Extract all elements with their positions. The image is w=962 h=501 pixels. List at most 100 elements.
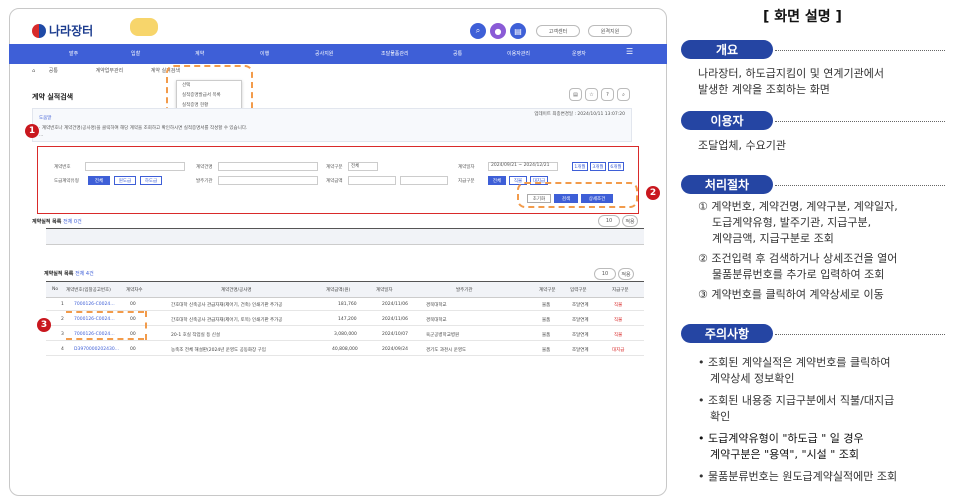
table-row[interactable]: 4 D3970000202430… 00 농축조 전체 해설판(2024년 운영… xyxy=(46,343,644,356)
caution-line: • 도급계약유형이 "하도급 " 일 경우 xyxy=(698,432,864,445)
help-label[interactable]: 도움말 xyxy=(39,115,51,121)
caution-line: 계약상세 정보확인 xyxy=(710,372,795,385)
cell-pay: 직불 xyxy=(614,318,623,323)
table-header-empty xyxy=(46,228,644,245)
logo[interactable]: 나라장터 xyxy=(32,22,93,39)
gnb-item[interactable]: 이행 xyxy=(260,50,269,57)
gnb-item[interactable]: 이용자관리 xyxy=(507,50,530,57)
cell-name[interactable]: 20-1 호실 작업실 등 신설 xyxy=(171,332,220,338)
user-icon[interactable]: ● xyxy=(490,23,506,39)
page-title: 계약 실적검색 xyxy=(32,93,74,101)
apply-button[interactable]: 적용 xyxy=(622,215,638,227)
col-cno[interactable]: 계약번호(입찰공고번호) xyxy=(66,287,111,293)
divider xyxy=(775,334,945,335)
section-caution: 주의사항 xyxy=(681,324,773,343)
caution-line: • 물품분류번호는 원도급계약실적에만 조회 xyxy=(698,470,898,483)
sub-prime[interactable]: 원도급 xyxy=(114,176,136,185)
list-title-main: 계약실적 목록 전체 4건 xyxy=(44,270,94,277)
label-contract-no: 계약번호 xyxy=(54,165,71,170)
cell-date: 2024/11/06 xyxy=(382,302,408,307)
gnb-item[interactable]: 조달물품관리 xyxy=(381,50,409,57)
overview-line: 발생한 계약을 조회하는 화면 xyxy=(698,83,830,96)
user-text: 조달업체, 수요기관 xyxy=(698,139,786,152)
cart-icon[interactable]: ▤ xyxy=(510,23,526,39)
date-range-input[interactable]: 2024/09/21 ~ 2024/12/21 xyxy=(488,162,558,171)
cell-name[interactable]: 농축조 전체 해설판(2024년 운영도 공동화장 구입 xyxy=(171,347,266,353)
gnb-item[interactable]: 계약 xyxy=(195,50,204,57)
customer-center-button[interactable]: 고객센터 xyxy=(536,25,580,37)
home-icon[interactable]: ⌂ xyxy=(32,68,35,74)
sub-sub[interactable]: 하도급 xyxy=(140,176,162,185)
label-contract-date: 계약일자 xyxy=(458,165,475,170)
period-1m[interactable]: 1개월 xyxy=(572,162,588,171)
cell-amt: 181,760 xyxy=(338,302,357,307)
period-3m[interactable]: 3개월 xyxy=(590,162,606,171)
star-icon[interactable]: ☆ xyxy=(585,88,598,101)
divider xyxy=(775,185,945,186)
cell-org: 경북대학교 xyxy=(426,318,447,323)
contract-name-input[interactable] xyxy=(218,162,318,171)
cell-type: 물품 xyxy=(542,333,551,338)
help-icon[interactable]: ? xyxy=(601,88,614,101)
per-page-select[interactable]: 10 xyxy=(594,268,616,280)
breadcrumb-lv2[interactable]: 계약업무관리 xyxy=(96,68,124,74)
cell-contract-no[interactable]: D3970000202430… xyxy=(74,347,119,352)
contract-no-input[interactable] xyxy=(85,162,185,171)
col-name[interactable]: 계약건명/공사명 xyxy=(221,287,252,293)
label-amount: 계약금액 xyxy=(326,179,343,184)
period-6m[interactable]: 6개월 xyxy=(608,162,624,171)
cell-no: 3 xyxy=(61,332,64,337)
list-title: 계약실적 목록 xyxy=(32,219,62,225)
cell-deg: 00 xyxy=(130,302,136,307)
cell-contract-no[interactable]: 7000126-C0024… xyxy=(74,302,115,307)
sub-all[interactable]: 전체 xyxy=(88,176,110,185)
print-icon[interactable]: ▤ xyxy=(569,88,582,101)
divider xyxy=(775,50,945,51)
gnb-item[interactable]: 입찰 xyxy=(131,50,140,57)
cell-deg: 00 xyxy=(130,347,136,352)
col-pay[interactable]: 지급구분 xyxy=(612,287,629,293)
cell-date: 2024/11/06 xyxy=(382,317,408,322)
marker-3: 3 xyxy=(37,318,51,332)
section-overview: 개요 xyxy=(681,40,773,59)
label-subcontract-type: 도급계약유형 xyxy=(54,179,79,184)
cell-type: 물품 xyxy=(542,303,551,308)
process-line: ① 계약번호, 계약건명, 계약구분, 계약일자, xyxy=(698,200,898,213)
table-row[interactable]: 1 7000126-C0024… 00 간호대학 신축공사 관급자재(제어기, … xyxy=(46,298,644,311)
cell-name[interactable]: 간호대학 신축공사 관급자재(제어기, 건축) 인쇄기판 추가공 xyxy=(171,302,282,308)
col-type[interactable]: 계약구분 xyxy=(539,287,556,293)
contract-type-select[interactable]: 전체 xyxy=(348,162,378,171)
pay-all[interactable]: 전체 xyxy=(488,176,506,185)
process-line: 물품분류번호를 추가로 입력하여 조회 xyxy=(712,268,885,281)
col-input[interactable]: 입력구분 xyxy=(570,287,587,293)
cell-pay: 대지급 xyxy=(612,348,625,353)
update-time: 업데이트 최종변경일 : 2024/10/11 13:07:20 xyxy=(534,112,625,117)
marker-1: 1 xyxy=(25,124,39,138)
col-amt[interactable]: 계약금액(원) xyxy=(326,287,350,293)
cell-org: 경북대학교 xyxy=(426,303,447,308)
gnb-item[interactable]: 공통 xyxy=(453,50,462,57)
remote-support-label: 원격지원 xyxy=(600,28,620,35)
breadcrumb-lv1[interactable]: 공통 xyxy=(49,68,58,74)
right-title: [ 화면 설명 ] xyxy=(763,9,842,25)
org-input[interactable] xyxy=(218,176,318,185)
gnb-item[interactable]: 발주 xyxy=(69,50,78,57)
menu-icon[interactable]: ☰ xyxy=(626,47,633,56)
col-org[interactable]: 발주기관 xyxy=(456,287,473,293)
gnb-item[interactable]: 공사지원 xyxy=(315,50,333,57)
search-icon[interactable]: ⌕ xyxy=(470,23,486,39)
cell-name[interactable]: 간호대학 신축공사 관급자재(제어기, 토목) 인쇄기판 추가공 xyxy=(171,317,282,323)
amount-from[interactable] xyxy=(348,176,396,185)
gnb-item[interactable]: 운영자 xyxy=(572,50,586,57)
cell-input: 조달연계 xyxy=(572,303,589,308)
remote-support-button[interactable]: 원격지원 xyxy=(588,25,632,37)
amount-to[interactable] xyxy=(400,176,448,185)
col-date[interactable]: 계약일자 xyxy=(376,287,393,293)
per-page-select[interactable]: 10 xyxy=(598,215,620,227)
process-line: ② 조건입력 후 검색하거나 상세조건을 열어 xyxy=(698,252,898,265)
apply-button[interactable]: 적용 xyxy=(618,268,634,280)
cell-date: 2024/09/24 xyxy=(382,347,408,352)
zoom-icon[interactable]: ⌕ xyxy=(617,88,630,101)
cell-input: 조달연계 xyxy=(572,333,589,338)
col-deg[interactable]: 계약차수 xyxy=(126,287,143,293)
